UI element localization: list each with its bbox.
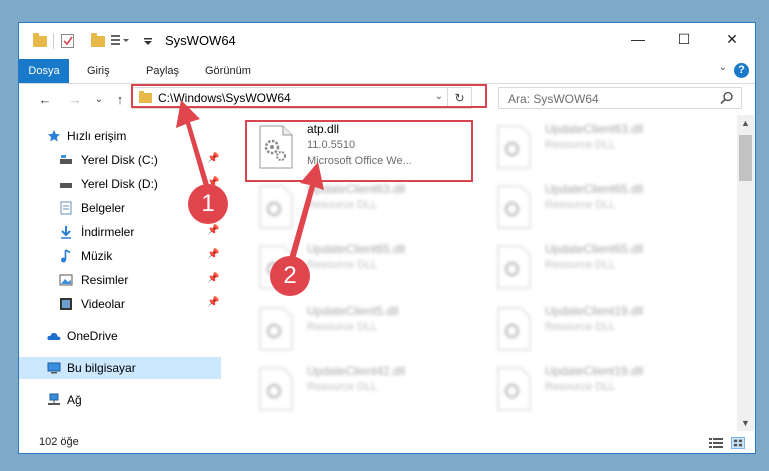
step-1-badge: 1: [188, 184, 228, 224]
annotation-arrows: [176, 100, 324, 263]
step-2-badge: 2: [270, 256, 310, 296]
